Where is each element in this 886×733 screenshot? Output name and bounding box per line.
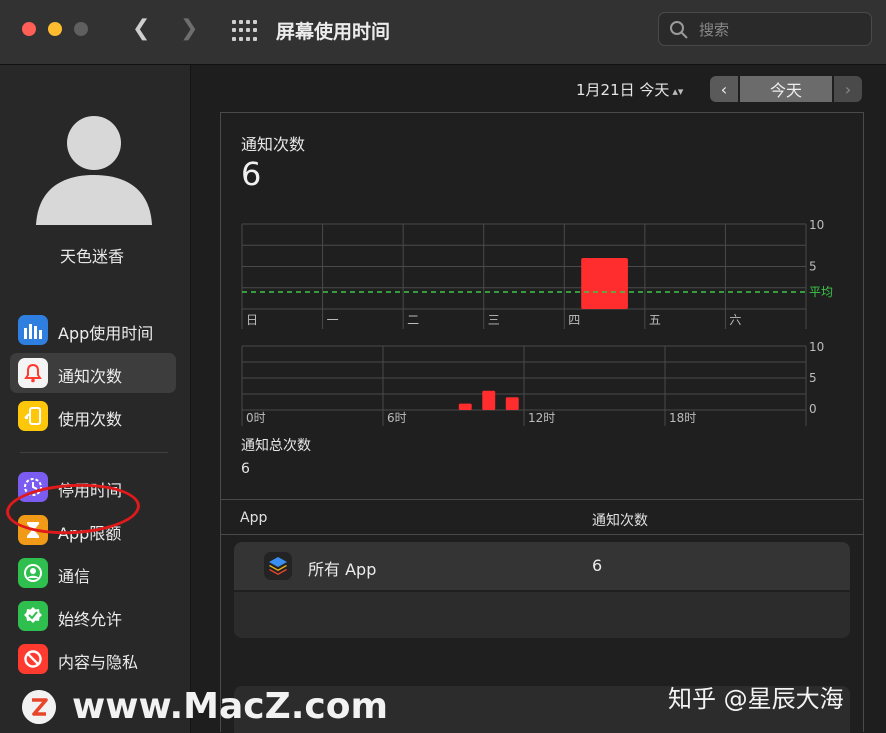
x-tick-label: 日 <box>246 313 258 327</box>
minimize-button[interactable] <box>48 22 62 36</box>
sidebar-item-pickups[interactable]: 使用次数 <box>10 396 176 436</box>
total-notifications-value: 6 <box>241 461 250 477</box>
sidebar-item-app-usage[interactable]: App使用时间 <box>10 310 176 350</box>
previous-day-button[interactable]: ‹ <box>710 76 738 102</box>
bell-icon <box>18 358 48 388</box>
sidebar-divider <box>20 452 168 453</box>
column-header-count: 通知次数 <box>592 513 648 529</box>
x-tick-label: 6时 <box>387 411 407 425</box>
today-button[interactable]: 今天 <box>740 76 832 102</box>
x-tick-label: 一 <box>327 313 339 327</box>
sidebar-item-content-privacy[interactable]: 内容与隐私 <box>10 639 176 679</box>
checkmark-badge-icon <box>18 601 48 631</box>
sidebar-item-label: 使用次数 <box>58 410 123 429</box>
sidebar-item-label: 通信 <box>58 567 91 586</box>
average-label: 平均 <box>809 285 833 299</box>
column-header-app: App <box>240 510 268 526</box>
sidebar-item-always-allowed[interactable]: 始终允许 <box>10 596 176 636</box>
bar-chart-icon <box>18 315 48 345</box>
chart-bar <box>482 390 496 410</box>
zoom-button[interactable] <box>74 22 88 36</box>
table-row[interactable]: 所有 App 6 <box>234 542 850 590</box>
x-tick-label: 三 <box>488 313 500 327</box>
chevron-left-icon: ‹ <box>720 79 728 99</box>
search-icon <box>670 21 688 39</box>
sidebar-item-label: 通知次数 <box>58 367 123 386</box>
chevron-updown-icon: ▴▾ <box>672 85 684 98</box>
search-field[interactable] <box>658 12 872 46</box>
table-divider <box>221 499 863 500</box>
macz-logo-icon <box>22 690 56 724</box>
forward-icon[interactable]: ❯ <box>180 16 198 41</box>
chevron-right-icon: › <box>844 79 852 99</box>
y-tick-label: 5 <box>809 371 817 385</box>
total-notifications-label: 通知总次数 <box>241 438 311 454</box>
back-icon[interactable]: ❮ <box>132 16 150 41</box>
notification-charts: 日 一 二 三 四 五 六 10 5 平均 0时 6时 12时 18时 10 5 0 <box>241 218 833 426</box>
close-button[interactable] <box>22 22 36 36</box>
search-input[interactable] <box>697 19 861 41</box>
sidebar-item-notifications[interactable]: 通知次数 <box>10 353 176 393</box>
show-all-grid-icon[interactable] <box>232 20 257 42</box>
date-label: 1月21日 今天 <box>576 81 670 99</box>
table-header-divider <box>221 534 863 535</box>
y-tick-label: 0 <box>809 402 817 416</box>
window-title: 屏幕使用时间 <box>276 21 391 43</box>
chart-bar <box>581 258 628 309</box>
chart-bar <box>505 397 519 410</box>
sidebar-item-label: 内容与隐私 <box>58 653 139 672</box>
user-avatar-icon <box>36 116 152 225</box>
x-tick-label: 18时 <box>669 411 696 425</box>
all-apps-stack-icon <box>264 552 292 580</box>
notifications-label: 通知次数 <box>241 135 306 154</box>
sidebar-item-communication[interactable]: 通信 <box>10 553 176 593</box>
sidebar-item-label: 始终允许 <box>58 610 123 629</box>
date-selector[interactable]: 1月21日 今天 ▴▾ <box>576 79 683 100</box>
username: 天色迷香 <box>59 247 124 266</box>
y-tick-label: 10 <box>809 340 824 354</box>
x-tick-label: 二 <box>407 313 419 327</box>
x-tick-label: 12时 <box>528 411 555 425</box>
x-tick-label: 六 <box>729 313 741 327</box>
x-tick-label: 0时 <box>246 411 266 425</box>
y-tick-label: 5 <box>809 260 817 274</box>
watermark-site: www.MacZ.com <box>72 686 388 727</box>
x-tick-label: 四 <box>568 313 580 327</box>
chart-bar <box>458 403 472 410</box>
watermark-credit: 知乎 @星辰大海 <box>668 685 844 713</box>
title-bar: ❮ ❯ 屏幕使用时间 <box>0 0 886 65</box>
contact-icon <box>18 558 48 588</box>
app-notification-count: 6 <box>592 556 603 575</box>
table-row-empty <box>234 592 850 638</box>
sidebar-item-label: App使用时间 <box>58 324 154 343</box>
next-day-button[interactable]: › <box>834 76 862 102</box>
x-tick-label: 五 <box>649 313 661 327</box>
notifications-value: 6 <box>241 155 262 193</box>
sidebar: 天色迷香 App使用时间 通知次数 使用次数 停用时间 App限额 通信 始终允… <box>0 65 191 733</box>
pickups-phone-icon <box>18 401 48 431</box>
y-tick-label: 10 <box>809 218 824 232</box>
restriction-icon <box>18 644 48 674</box>
app-name: 所有 App <box>308 560 377 579</box>
